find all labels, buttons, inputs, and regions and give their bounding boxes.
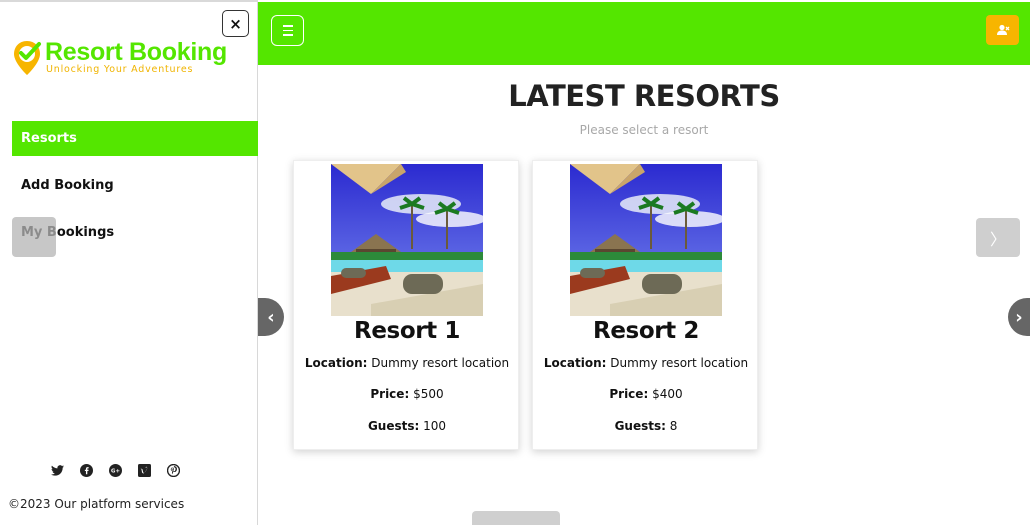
guests-value: 100 xyxy=(423,419,447,433)
hamburger-icon-line xyxy=(282,34,293,36)
resort-name: Resort 2 xyxy=(593,318,699,344)
carousel-next-button[interactable]: › xyxy=(1008,298,1030,336)
top-bar xyxy=(258,2,1030,65)
google-plus-icon[interactable]: G+ xyxy=(108,463,123,478)
sidebar-top-divider xyxy=(0,0,258,2)
bottom-button[interactable] xyxy=(472,511,560,525)
resort-guests: Guests: 100 xyxy=(294,419,520,433)
sidebar: × Resort Booking Unlocking Your Adventur… xyxy=(0,0,258,525)
resort-price: Price: $500 xyxy=(294,387,520,401)
location-label: Location: xyxy=(543,356,607,370)
vimeo-icon[interactable] xyxy=(137,463,152,478)
user-button[interactable] xyxy=(986,15,1019,45)
page-title: LATEST RESORTS xyxy=(508,79,780,113)
hamburger-icon-line xyxy=(282,25,293,27)
facebook-icon[interactable] xyxy=(79,463,94,478)
price-value: $400 xyxy=(652,387,683,401)
next-page-button[interactable]: 〉 xyxy=(976,218,1020,257)
social-links: G+ xyxy=(50,463,181,478)
copyright-text: ©2023 Our platform services xyxy=(8,497,185,511)
close-icon: × xyxy=(229,14,242,33)
resort-price: Price: $400 xyxy=(533,387,759,401)
close-sidebar-button[interactable]: × xyxy=(222,10,249,37)
resort-card[interactable]: Resort 2 Location: Dummy resort location… xyxy=(532,160,758,450)
resort-guests: Guests: 8 xyxy=(533,419,759,433)
chevron-right-icon: 〉 xyxy=(989,229,1006,249)
logo-title: Resort Booking xyxy=(45,38,227,66)
resort-name: Resort 1 xyxy=(354,318,460,344)
twitter-icon[interactable] xyxy=(50,463,65,478)
chevron-left-icon: ‹ xyxy=(267,306,275,328)
price-label: Price: xyxy=(609,387,649,401)
user-icon xyxy=(996,24,1009,35)
app-root: × Resort Booking Unlocking Your Adventur… xyxy=(0,0,1030,525)
resort-card[interactable]: Resort 1 Location: Dummy resort location… xyxy=(293,160,519,450)
price-label: Price: xyxy=(370,387,410,401)
guests-value: 8 xyxy=(669,419,678,433)
sidebar-item-label: Add Booking xyxy=(21,178,114,193)
resort-image xyxy=(331,164,483,316)
hamburger-icon-line xyxy=(282,29,293,32)
sidebar-item-label: Resorts xyxy=(21,131,77,146)
location-value: Dummy resort location xyxy=(610,356,749,370)
guests-label: Guests: xyxy=(367,419,420,433)
overlay-button[interactable] xyxy=(12,217,56,257)
carousel-prev-button[interactable]: ‹ xyxy=(258,298,284,336)
hamburger-menu-button[interactable] xyxy=(271,15,304,46)
resort-location: Location: Dummy resort location xyxy=(533,356,759,370)
sidebar-item-add-booking[interactable]: Add Booking xyxy=(12,168,258,203)
logo-tagline: Unlocking Your Adventures xyxy=(46,64,194,75)
location-value: Dummy resort location xyxy=(371,356,510,370)
resort-location: Location: Dummy resort location xyxy=(294,356,520,370)
price-value: $500 xyxy=(413,387,444,401)
map-pin-check-icon xyxy=(14,41,41,75)
chevron-right-icon: › xyxy=(1015,306,1023,328)
logo[interactable]: Resort Booking Unlocking Your Adventures xyxy=(12,38,242,78)
sidebar-item-resorts[interactable]: Resorts xyxy=(12,121,258,156)
resort-image xyxy=(570,164,722,316)
guests-label: Guests: xyxy=(614,419,666,433)
pinterest-icon[interactable] xyxy=(166,463,181,478)
svg-text:G+: G+ xyxy=(111,469,120,475)
page-subtitle: Please select a resort xyxy=(579,123,709,137)
location-label: Location: xyxy=(304,356,368,370)
